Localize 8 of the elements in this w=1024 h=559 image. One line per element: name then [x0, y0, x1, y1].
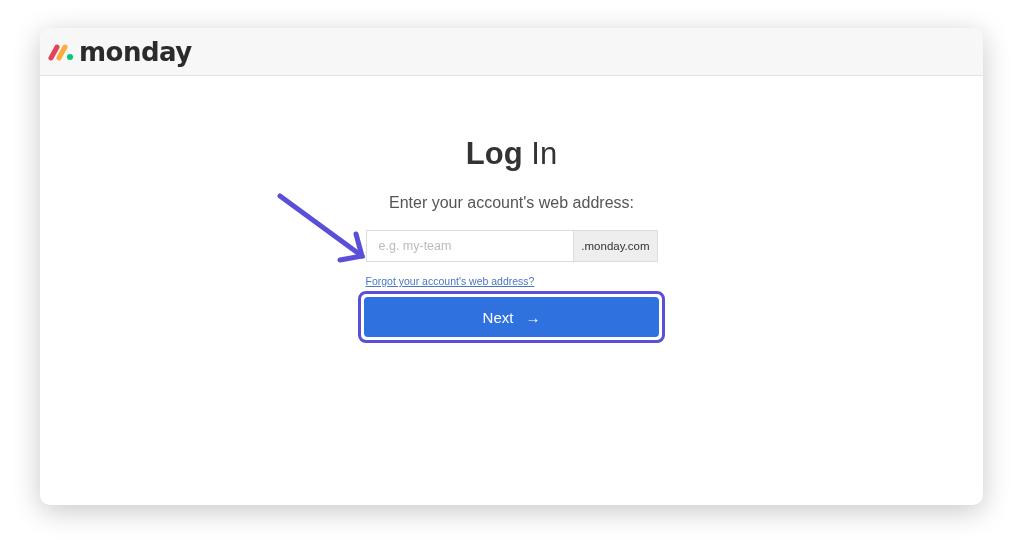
forgot-link[interactable]: Forgot your account's web address?	[365, 275, 535, 287]
next-button[interactable]: Next →	[364, 297, 659, 337]
logo-text: monday	[79, 36, 192, 67]
logo-icon	[47, 42, 75, 61]
domain-suffix: .monday.com	[573, 230, 658, 262]
subtitle: Enter your account's web address:	[389, 194, 634, 212]
address-field[interactable]: e.g. my-team	[365, 230, 574, 262]
page-title: Log In	[465, 136, 558, 172]
